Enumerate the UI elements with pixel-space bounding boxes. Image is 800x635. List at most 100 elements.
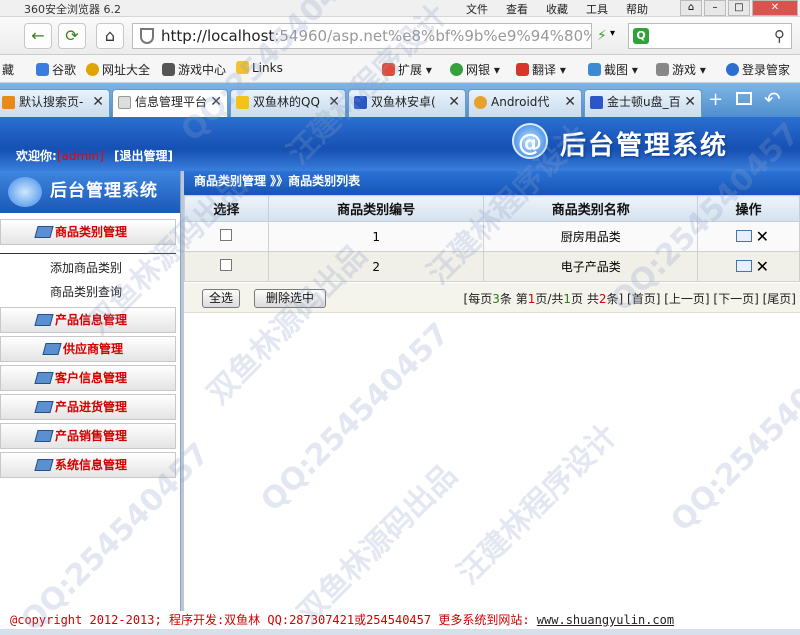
first-page-link[interactable]: [首页] bbox=[627, 292, 660, 306]
welcome-text: 欢迎你:[admin] [退出管理] bbox=[16, 149, 173, 163]
close-tab-icon[interactable]: ✕ bbox=[684, 90, 696, 114]
table-row: 2 电子产品类 ✕ bbox=[184, 251, 800, 282]
address-input[interactable]: http://localhost:54960/asp.net%e8%bf%9b%… bbox=[132, 23, 592, 49]
logo-icon bbox=[8, 177, 42, 207]
close-tab-icon[interactable]: ✕ bbox=[92, 90, 104, 114]
sidebar-item-customer[interactable]: 客户信息管理 bbox=[0, 365, 176, 391]
refresh-button[interactable]: ⟳ bbox=[58, 23, 86, 49]
bookmark-manager[interactable]: 登录管家 bbox=[726, 61, 790, 78]
category-table: 选择 商品类别编号 商品类别名称 操作 1 厨房用品类 ✕ 2 电子产品类 ✕ bbox=[184, 195, 800, 282]
url-path: :54960/asp.net%e8%bf%9b%e9%94%80% bbox=[274, 27, 592, 45]
sidebar-sub-query-category[interactable]: 商品类别查询 bbox=[0, 280, 176, 304]
delete-icon[interactable]: ✕ bbox=[756, 257, 769, 276]
baidu-icon bbox=[590, 96, 603, 109]
search-input[interactable]: Q ⚲ bbox=[628, 23, 792, 49]
skin-button[interactable]: ⌂ bbox=[680, 0, 702, 16]
close-tab-icon[interactable]: ✕ bbox=[448, 90, 460, 114]
minimize-button[interactable]: – bbox=[704, 0, 726, 16]
bookmark-bank[interactable]: 网银 ▾ bbox=[450, 61, 500, 78]
search-engine-icon[interactable]: Q bbox=[633, 28, 649, 44]
menu-file[interactable]: 文件 bbox=[466, 1, 488, 17]
speed-icon[interactable]: ⚡ bbox=[597, 28, 607, 44]
bookmark-translate[interactable]: 翻译 ▾ bbox=[516, 61, 566, 78]
menu-view[interactable]: 查看 bbox=[506, 1, 528, 17]
sidebar-item-product[interactable]: 产品信息管理 bbox=[0, 307, 176, 333]
folder-icon bbox=[236, 61, 249, 74]
bank-icon bbox=[450, 63, 463, 76]
row-checkbox[interactable] bbox=[220, 229, 233, 241]
bookmark-google[interactable]: 谷歌 bbox=[36, 61, 76, 78]
search-icon[interactable]: ⚲ bbox=[774, 27, 785, 45]
menu-icon bbox=[34, 430, 54, 442]
last-page-link[interactable]: [尾页] bbox=[763, 292, 796, 306]
bookmark-hao[interactable]: 网址大全 bbox=[86, 61, 150, 78]
tab-list-icon[interactable] bbox=[736, 92, 752, 105]
browser-title: 360安全浏览器 6.2 bbox=[24, 3, 121, 16]
browser-menu: 文件 查看 收藏 工具 帮助 bbox=[466, 1, 666, 17]
close-tab-icon[interactable]: ✕ bbox=[328, 90, 340, 114]
tab-qq[interactable]: 双鱼林的QQ ✕ bbox=[230, 89, 346, 117]
close-window-button[interactable]: ✕ bbox=[752, 0, 798, 16]
swirl-icon bbox=[474, 96, 487, 109]
pagination: [每页3条 第1页/共1页 共2条] [首页] [上一页] [下一页] [尾页] bbox=[463, 292, 796, 306]
bookmark-favorites[interactable]: 藏 bbox=[2, 61, 14, 78]
maximize-button[interactable]: □ bbox=[728, 0, 750, 16]
close-tab-icon[interactable]: ✕ bbox=[210, 90, 222, 114]
google-icon bbox=[36, 63, 49, 76]
sidebar-item-sales[interactable]: 产品销售管理 bbox=[0, 423, 176, 449]
category-name: 厨房用品类 bbox=[483, 221, 699, 252]
tab-kingston[interactable]: 金士顿u盘_百 ✕ bbox=[584, 89, 702, 117]
menu-favorites[interactable]: 收藏 bbox=[546, 1, 568, 17]
category-name: 电子产品类 bbox=[483, 251, 699, 282]
bookmark-game[interactable]: 游戏 ▾ bbox=[656, 61, 706, 78]
per-page-count: 3 bbox=[492, 292, 500, 306]
bookmark-extensions[interactable]: 扩展 ▾ bbox=[382, 61, 432, 78]
menu-icon bbox=[34, 226, 54, 238]
bookmark-links[interactable]: Links bbox=[236, 61, 283, 75]
delete-icon[interactable]: ✕ bbox=[756, 227, 769, 246]
row-checkbox[interactable] bbox=[220, 259, 233, 271]
bookmarks-bar: 藏 谷歌 网址大全 游戏中心 Links 扩展 ▾ 网银 ▾ 翻译 ▾ 截图 ▾… bbox=[0, 55, 800, 83]
browser-title-bar: 360安全浏览器 6.2 文件 查看 收藏 工具 帮助 ⌂ – □ ✕ bbox=[0, 0, 800, 17]
tab-info-platform[interactable]: 信息管理平台 ✕ bbox=[112, 89, 228, 117]
home-button[interactable]: ⌂ bbox=[96, 23, 124, 49]
next-page-link[interactable]: [下一页] bbox=[713, 292, 758, 306]
sidebar-item-system[interactable]: 系统信息管理 bbox=[0, 452, 176, 478]
url-host: http://localhost bbox=[161, 27, 275, 45]
tab-android-shop[interactable]: 双鱼林安卓(✕ bbox=[348, 89, 466, 117]
sidebar: 后台管理系统 商品类别管理 添加商品类别 商品类别查询 产品信息管理 供应商管理… bbox=[0, 171, 180, 611]
col-select: 选择 bbox=[184, 195, 269, 222]
page-icon bbox=[118, 96, 131, 109]
sidebar-item-supplier[interactable]: 供应商管理 bbox=[0, 336, 176, 362]
delete-selected-button[interactable]: 删除选中 bbox=[254, 289, 326, 308]
menu-help[interactable]: 帮助 bbox=[626, 1, 648, 17]
bookmark-games[interactable]: 游戏中心 bbox=[162, 61, 226, 78]
sidebar-item-category[interactable]: 商品类别管理 bbox=[0, 219, 176, 245]
tab-default-search[interactable]: 默认搜索页- ✕ bbox=[0, 89, 110, 117]
tab-android-code[interactable]: Android代 ✕ bbox=[468, 89, 582, 117]
back-button[interactable]: ← bbox=[24, 23, 52, 49]
new-tab-icon[interactable]: + bbox=[708, 89, 723, 110]
logout-link[interactable]: [退出管理] bbox=[114, 149, 173, 163]
col-actions: 操作 bbox=[697, 195, 800, 222]
screenshot-icon bbox=[588, 63, 601, 76]
total-items: 2 bbox=[598, 292, 607, 306]
prev-page-link[interactable]: [上一页] bbox=[664, 292, 709, 306]
col-category-id: 商品类别编号 bbox=[267, 195, 485, 222]
close-tab-icon[interactable]: ✕ bbox=[564, 90, 576, 114]
bookmark-screenshot[interactable]: 截图 ▾ bbox=[588, 61, 638, 78]
dropdown-icon[interactable]: ▾ bbox=[610, 28, 615, 39]
translate-icon bbox=[516, 63, 529, 76]
edit-icon[interactable] bbox=[735, 260, 752, 272]
sidebar-sub-add-category[interactable]: 添加商品类别 bbox=[0, 256, 176, 280]
menu-tools[interactable]: 工具 bbox=[586, 1, 608, 17]
undo-close-icon[interactable]: ↶ bbox=[764, 87, 781, 111]
shield-icon bbox=[140, 28, 154, 44]
app-header: 欢迎你:[admin] [退出管理] @ 后台管理系统 bbox=[0, 117, 800, 171]
menu-icon bbox=[34, 459, 54, 471]
edit-icon[interactable] bbox=[735, 230, 752, 242]
site-link[interactable]: www.shuangyulin.com bbox=[537, 613, 674, 627]
select-all-button[interactable]: 全选 bbox=[202, 289, 240, 308]
hao-icon bbox=[86, 63, 99, 76]
sidebar-item-purchase[interactable]: 产品进货管理 bbox=[0, 394, 176, 420]
